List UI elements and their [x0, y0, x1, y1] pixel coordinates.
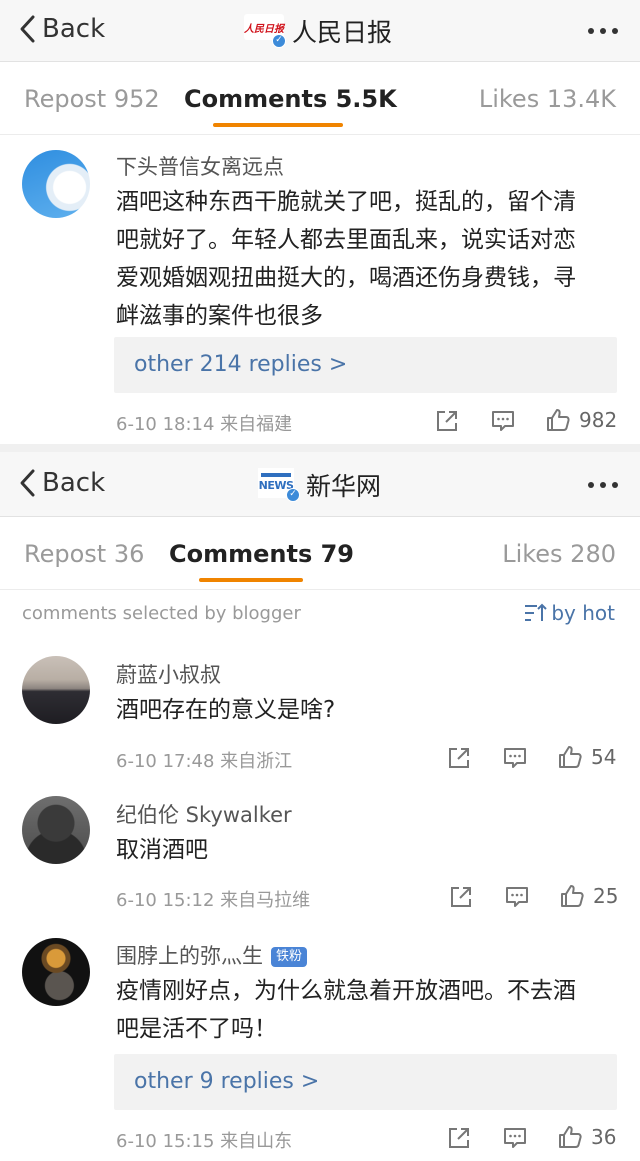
like-count: 25 [593, 884, 619, 908]
tab-repost[interactable]: Repost 952 [24, 63, 160, 135]
comment-icon [506, 887, 528, 907]
chevron-left-icon [20, 469, 35, 497]
comment-username[interactable]: 蔚蓝小叔叔 [116, 659, 221, 689]
like-button[interactable]: 36 [557, 1124, 616, 1150]
comment-text: 取消酒吧 [116, 837, 208, 863]
more-dots-icon [588, 481, 594, 488]
repost-button[interactable] [434, 408, 460, 434]
more-dots-icon [588, 28, 594, 34]
like-count: 54 [591, 745, 617, 769]
comment-icon [504, 1128, 526, 1148]
thumbs-up-icon [547, 409, 570, 431]
selected-comments-label: comments selected by blogger [22, 603, 301, 624]
verified-icon: ✓ [272, 34, 286, 48]
back-button[interactable]: Back [18, 12, 105, 46]
tab-bar: Repost 952 Comments 5.5K Likes 13.4K [0, 63, 640, 135]
more-options-button[interactable] [588, 452, 618, 517]
thumbs-up-icon [559, 1126, 582, 1148]
repost-button[interactable] [446, 1125, 472, 1151]
tab-likes[interactable]: Likes 13.4K [479, 63, 616, 135]
thumbs-up-icon [561, 885, 584, 907]
view-replies-link[interactable]: other 9 replies > [114, 1054, 617, 1110]
comment-button[interactable] [502, 1125, 528, 1151]
more-options-button[interactable] [588, 0, 618, 62]
active-tab-indicator [199, 578, 303, 582]
share-icon [449, 1128, 469, 1148]
tab-likes[interactable]: Likes 280 [502, 518, 616, 590]
avatar[interactable] [22, 656, 90, 724]
account-logo: 人民日报 ✓ [244, 14, 286, 48]
active-tab-indicator [213, 123, 343, 127]
comment-button[interactable] [490, 408, 516, 434]
tab-bar-2: Repost 36 Comments 79 Likes 280 [0, 518, 640, 590]
back-button[interactable]: Back [18, 466, 105, 500]
sort-label: by hot [551, 601, 615, 625]
selected-comments-bar: comments selected by blogger by hot [0, 591, 640, 637]
like-count: 36 [591, 1125, 617, 1149]
avatar[interactable] [22, 938, 90, 1006]
comment-icon [492, 411, 514, 431]
comment-username[interactable]: 下头普信女离远点 [116, 151, 284, 181]
comment-username[interactable]: 围脖上的弥灬生 [116, 944, 263, 968]
repost-button[interactable] [446, 745, 472, 771]
avatar[interactable] [22, 796, 90, 864]
nav-account[interactable]: NEWS ✓ 新华网 [258, 452, 381, 517]
avatar[interactable] [22, 150, 90, 218]
sort-icon [525, 603, 548, 621]
sort-by-hot-button[interactable]: by hot [523, 601, 615, 625]
nav-account[interactable]: 人民日报 ✓ 人民日报 [244, 0, 392, 62]
chevron-left-icon [20, 15, 35, 43]
comment-username[interactable]: 纪伯伦 Skywalker [116, 799, 292, 829]
like-button[interactable]: 54 [557, 744, 616, 770]
share-icon [451, 887, 471, 907]
comment-text: 酒吧这种东西干脆就关了吧，挺乱的，留个清 吧就好了。年轻人都去里面乱来，说实话对… [116, 189, 576, 329]
nav-title: 新华网 [306, 471, 382, 501]
comment-text: 疫情刚好点，为什么就急着开放酒吧。不去酒 吧是活不了吗！ [116, 978, 576, 1042]
share-icon [437, 411, 457, 431]
top-nav-bar: Back 人民日报 ✓ 人民日报 [0, 0, 640, 62]
verified-icon: ✓ [286, 487, 300, 502]
account-logo: NEWS ✓ [258, 467, 300, 502]
tab-repost[interactable]: Repost 36 [24, 518, 144, 590]
back-label: Back [42, 468, 106, 498]
comment-text: 酒吧存在的意义是啥? [116, 697, 336, 723]
comment-username-row: 围脖上的弥灬生 铁粉 [116, 940, 308, 970]
repost-button[interactable] [448, 884, 474, 910]
share-icon [449, 748, 469, 768]
fan-badge: 铁粉 [271, 947, 308, 967]
like-button[interactable]: 982 [545, 407, 617, 433]
view-replies-link[interactable]: other 214 replies > [114, 337, 617, 393]
comment-timestamp: 6-10 17:48 来自浙江 [116, 751, 293, 772]
top-nav-bar-2: Back NEWS ✓ 新华网 [0, 452, 640, 517]
comment-button[interactable] [502, 745, 528, 771]
comment-timestamp: 6-10 15:12 来自马拉维 [116, 890, 311, 911]
comment-button[interactable] [504, 884, 530, 910]
back-label: Back [42, 14, 106, 44]
thumbs-up-icon [559, 746, 582, 768]
nav-title: 人民日报 [292, 18, 393, 47]
like-count: 982 [579, 408, 618, 432]
comment-timestamp: 6-10 18:14 来自福建 [116, 414, 293, 435]
like-button[interactable]: 25 [559, 883, 618, 909]
comment-icon [504, 748, 526, 768]
comment-timestamp: 6-10 15:15 来自山东 [116, 1131, 293, 1152]
